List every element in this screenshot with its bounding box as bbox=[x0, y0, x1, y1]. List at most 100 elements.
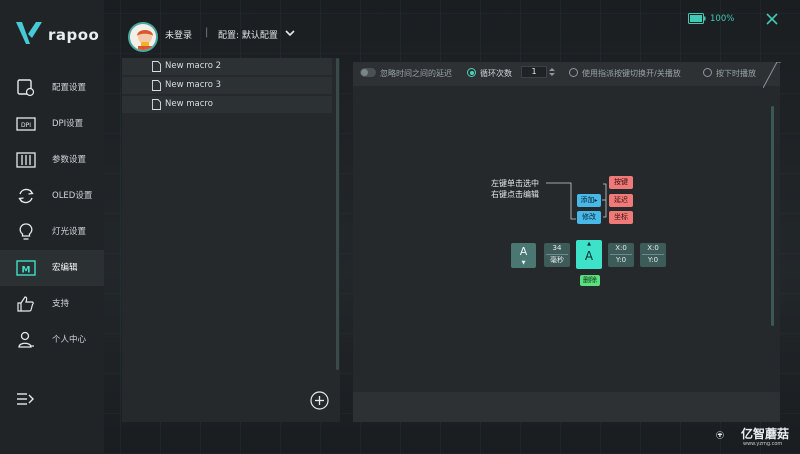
sidebar-item-label: 灯光设置 bbox=[52, 227, 87, 237]
key-action-tile[interactable]: A ▼ bbox=[511, 243, 536, 268]
watermark-url: www.yzmg.com bbox=[743, 441, 783, 447]
delay-tile[interactable]: 34 毫秒 bbox=[544, 243, 570, 267]
menu-key-label: 按键 bbox=[614, 178, 628, 186]
coordinate-tile[interactable]: X:0 Y:0 bbox=[608, 243, 634, 267]
list-scrollbar[interactable] bbox=[336, 58, 339, 370]
hold-playback-radio[interactable] bbox=[703, 68, 712, 77]
menu-coord-label: 坐标 bbox=[614, 213, 628, 221]
menu-delay-button[interactable]: 延迟 bbox=[609, 194, 633, 207]
hold-playback-label: 按下时播放 bbox=[716, 69, 756, 78]
sidebar-item-label: 支持 bbox=[52, 299, 70, 309]
macro-name: New macro 2 bbox=[165, 61, 222, 71]
dpi-icon: DPI bbox=[16, 117, 36, 131]
key-label: A bbox=[584, 249, 594, 263]
delay-value: 34 bbox=[552, 244, 562, 252]
coordinate-tile[interactable]: X:0 Y:0 bbox=[640, 243, 666, 267]
delete-label: 删除 bbox=[583, 276, 597, 284]
expand-menu-icon[interactable] bbox=[16, 391, 34, 407]
sidebar-nav: 配置设置 DPI DPI设置 参数设置 OLED设置 灯光设置 M 宏编辑 支持… bbox=[0, 70, 104, 358]
toolbar-edge-decoration bbox=[763, 62, 781, 88]
logo-text: rapoo bbox=[48, 26, 100, 44]
loop-count-label: 循环次数 bbox=[480, 69, 512, 78]
delete-button[interactable]: 删除 bbox=[580, 275, 600, 286]
menu-key-button[interactable]: 按键 bbox=[609, 176, 633, 189]
profile-selector[interactable]: 配置: 默认配置 bbox=[218, 28, 278, 41]
hint-line: 右键点击编辑 bbox=[491, 190, 539, 199]
sidebar-item-macro[interactable]: M 宏编辑 bbox=[0, 250, 104, 286]
sidebar-item-lighting[interactable]: 灯光设置 bbox=[0, 214, 104, 250]
sidebar-item-dpi[interactable]: DPI DPI设置 bbox=[0, 106, 104, 142]
sidebar-item-profile[interactable]: 个人中心 bbox=[0, 322, 104, 358]
sidebar-item-label: OLED设置 bbox=[52, 191, 93, 201]
header-separator: | bbox=[205, 27, 209, 38]
sidebar-item-label: 宏编辑 bbox=[52, 263, 78, 273]
macro-name: New macro bbox=[165, 99, 213, 109]
toggle-playback-label: 使用指派按键切换开/关播放 bbox=[582, 69, 681, 78]
sidebar-item-support[interactable]: 支持 bbox=[0, 286, 104, 322]
user-icon bbox=[18, 331, 34, 348]
menu-edit-label: 修改 bbox=[582, 213, 596, 221]
sidebar-item-params[interactable]: 参数设置 bbox=[0, 142, 104, 178]
menu-add-button[interactable]: 添加▸ bbox=[577, 194, 601, 207]
battery-icon bbox=[688, 13, 706, 24]
key-label: A bbox=[519, 245, 528, 258]
sidebar-item-label: 配置设置 bbox=[52, 83, 87, 93]
list-item[interactable]: New macro bbox=[122, 96, 332, 114]
config-icon bbox=[17, 79, 35, 97]
watermark-text: 亿智蘑菇 bbox=[741, 427, 790, 441]
usage-hint: 左键单击选中 右键点击编辑 bbox=[491, 178, 539, 200]
file-icon bbox=[152, 99, 161, 110]
svg-text:DPI: DPI bbox=[21, 122, 31, 129]
sidebar: rapoo 配置设置 DPI DPI设置 参数设置 OLED设置 灯光设置 M … bbox=[0, 0, 104, 454]
macro-name: New macro 3 bbox=[165, 80, 222, 90]
chevron-down-icon[interactable] bbox=[284, 28, 296, 38]
loop-count-input[interactable]: 1 bbox=[521, 66, 547, 78]
list-item[interactable]: New macro 3 bbox=[122, 77, 332, 95]
hint-connector bbox=[546, 182, 607, 220]
rapoo-logo: rapoo bbox=[14, 20, 99, 48]
delay-unit: 毫秒 bbox=[550, 256, 564, 264]
refresh-icon bbox=[18, 188, 34, 204]
svg-text:M: M bbox=[22, 266, 31, 276]
coord-y: Y:0 bbox=[647, 256, 659, 264]
sidebar-item-label: 个人中心 bbox=[52, 335, 87, 345]
mushroom-watermark-icon bbox=[716, 431, 724, 439]
close-icon[interactable] bbox=[765, 12, 779, 26]
sliders-icon bbox=[16, 152, 36, 168]
thumbs-up-icon bbox=[17, 296, 34, 312]
file-icon bbox=[152, 61, 161, 72]
sidebar-item-label: DPI设置 bbox=[52, 119, 84, 129]
menu-add-label: 添加 bbox=[580, 196, 595, 204]
macro-list-panel: New macro 2 New macro 3 New macro bbox=[122, 58, 340, 422]
menu-delay-label: 延迟 bbox=[614, 196, 628, 204]
battery-percentage: 100% bbox=[710, 14, 735, 24]
key-down-icon: ▼ bbox=[521, 260, 526, 266]
avatar[interactable] bbox=[128, 22, 158, 52]
coord-y: Y:0 bbox=[615, 256, 627, 264]
hint-line: 左键单击选中 bbox=[491, 179, 539, 188]
coord-x: X:0 bbox=[647, 244, 659, 252]
caret-right-icon: ▸ bbox=[594, 197, 598, 204]
user-name[interactable]: 未登录 bbox=[165, 28, 192, 41]
editor-scrollbar[interactable] bbox=[771, 106, 774, 326]
key-up-icon: ▲ bbox=[587, 241, 591, 247]
ignore-delay-label: 忽略时间之间的延迟 bbox=[380, 69, 452, 78]
menu-edit-button[interactable]: 修改 bbox=[577, 211, 601, 224]
editor-footer bbox=[353, 392, 780, 422]
macro-editor-panel bbox=[353, 62, 780, 422]
loop-count-radio[interactable] bbox=[467, 68, 476, 77]
ignore-delay-toggle[interactable] bbox=[360, 68, 376, 77]
file-icon bbox=[152, 80, 161, 91]
sidebar-item-oled[interactable]: OLED设置 bbox=[0, 178, 104, 214]
loop-count-stepper[interactable] bbox=[548, 66, 556, 78]
add-macro-button[interactable] bbox=[310, 391, 329, 410]
sidebar-item-label: 参数设置 bbox=[52, 155, 87, 165]
toggle-playback-radio[interactable] bbox=[569, 68, 578, 77]
coord-x: X:0 bbox=[615, 244, 627, 252]
bulb-icon bbox=[19, 223, 33, 240]
sidebar-item-config[interactable]: 配置设置 bbox=[0, 70, 104, 106]
list-item[interactable]: New macro 2 bbox=[122, 58, 332, 76]
menu-coord-button[interactable]: 坐标 bbox=[609, 211, 633, 224]
key-action-tile-selected[interactable]: ▲ A bbox=[576, 240, 602, 269]
macro-icon: M bbox=[16, 260, 36, 276]
